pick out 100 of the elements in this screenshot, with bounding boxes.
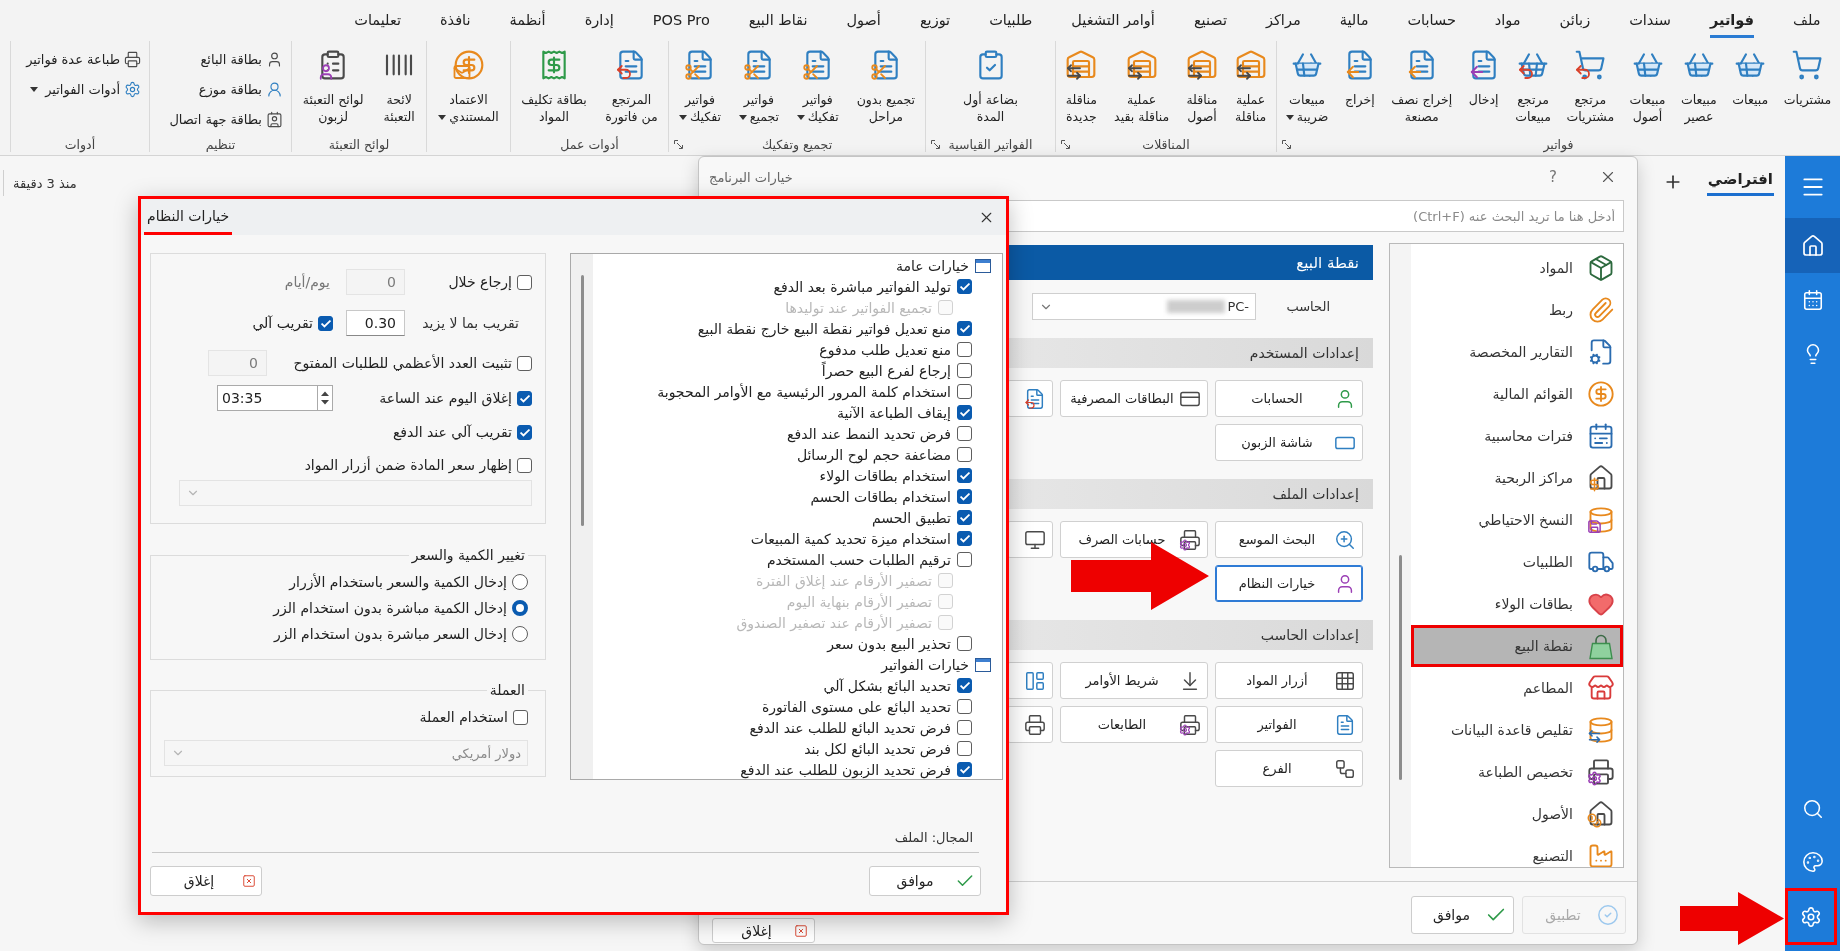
checkbox[interactable] xyxy=(957,762,972,777)
checkbox[interactable] xyxy=(957,489,972,504)
ribbon-tab[interactable]: نقاط البيع xyxy=(748,4,808,38)
nav-item[interactable]: ربط xyxy=(1411,289,1623,331)
ribbon-button[interactable]: عملية مناقلة بقيد xyxy=(1113,43,1171,125)
ribbon-button[interactable]: فواتير تجميع xyxy=(737,43,780,125)
nav-item[interactable]: فترات محاسبية xyxy=(1411,415,1623,457)
nav-item[interactable]: بطاقات الولاء xyxy=(1411,583,1623,625)
ribbon-button[interactable]: إخراج xyxy=(1342,43,1377,108)
time-field[interactable]: 03:35 xyxy=(217,385,317,411)
settings-button[interactable]: الفرع xyxy=(1215,750,1363,787)
ribbon-button[interactable]: مبيعات أصول xyxy=(1628,43,1667,125)
nav-item[interactable]: نقطة البيع xyxy=(1411,625,1623,667)
ribbon-button[interactable]: إدخال xyxy=(1466,43,1501,108)
ribbon-button[interactable]: لوائح التعبئة لزبون xyxy=(301,43,365,125)
launcher-icon[interactable] xyxy=(674,140,683,149)
radio-button[interactable] xyxy=(512,626,528,642)
checkbox[interactable] xyxy=(957,699,972,714)
workspace-tab[interactable]: افتراضي xyxy=(1706,164,1774,196)
ribbon-button[interactable]: لائحة التعبئة xyxy=(382,43,417,125)
ribbon-tab[interactable]: سندات xyxy=(1629,4,1671,38)
settings-button[interactable] xyxy=(1007,706,1053,743)
scrollbar-thumb[interactable] xyxy=(1399,555,1402,780)
ribbon-tab[interactable]: تعليمات xyxy=(354,4,401,38)
sidebar-button[interactable] xyxy=(1785,218,1840,273)
checkbox[interactable] xyxy=(957,741,972,756)
ribbon-tab[interactable]: توزيع xyxy=(919,4,951,38)
computer-dropdown[interactable]: -PC xyxy=(1032,293,1256,320)
radio-button[interactable] xyxy=(512,574,528,590)
checkbox[interactable] xyxy=(957,720,972,735)
help-button[interactable]: ? xyxy=(1549,168,1557,186)
settings-button[interactable]: البحث الموسع xyxy=(1215,521,1363,558)
checkbox[interactable] xyxy=(957,510,972,525)
checkbox[interactable] xyxy=(517,424,532,440)
nav-item[interactable]: المطاعم xyxy=(1411,667,1623,709)
settings-button[interactable]: شاشة الزبون xyxy=(1215,424,1363,461)
ribbon-button[interactable]: بضاعة أول المدة xyxy=(962,43,1019,125)
nav-item[interactable]: تقليص قاعدة البيانات xyxy=(1411,709,1623,751)
ribbon-tab[interactable]: أصول xyxy=(846,4,881,38)
ribbon-tab[interactable]: تصنيع xyxy=(1193,4,1227,38)
settings-button[interactable]: البطاقات المصرفية xyxy=(1060,380,1208,417)
settings-button[interactable]: أزرار المواد xyxy=(1215,662,1363,699)
ribbon-button[interactable]: بطاقة جهة اتصال xyxy=(169,108,283,130)
ribbon-button[interactable]: مرتجع مشتريات xyxy=(1565,43,1616,125)
ribbon-tab[interactable]: زبائن xyxy=(1559,4,1591,38)
launcher-icon[interactable] xyxy=(1282,140,1291,149)
close-button[interactable]: إغلاق xyxy=(150,866,262,896)
nav-item[interactable]: التصنيع xyxy=(1411,835,1623,867)
nav-item[interactable]: النسخ الاحتياطي xyxy=(1411,499,1623,541)
checkbox[interactable] xyxy=(513,709,528,725)
ribbon-button[interactable]: مناقلة أصول xyxy=(1184,43,1219,125)
ribbon-button[interactable]: مبيعات عصير xyxy=(1679,43,1718,125)
ok-button[interactable]: موافق xyxy=(869,866,981,896)
ribbon-tab[interactable]: نافذة xyxy=(439,4,471,38)
ribbon-button[interactable]: بطاقة تكليف المواد xyxy=(520,43,588,125)
checkbox[interactable] xyxy=(957,678,972,693)
checkbox[interactable] xyxy=(957,468,972,483)
ribbon-button[interactable]: مبيعات ضريبة xyxy=(1284,43,1330,125)
ribbon-tab[interactable]: مراكز xyxy=(1265,4,1301,38)
ribbon-tab[interactable]: فواتير xyxy=(1709,4,1754,38)
close-button[interactable]: إغلاق xyxy=(712,918,815,943)
checkbox[interactable] xyxy=(957,384,972,399)
ribbon-button[interactable]: الاعتماد المستندي xyxy=(437,43,500,125)
ribbon-tab[interactable]: أنظمة xyxy=(509,4,546,38)
checkbox[interactable] xyxy=(957,405,972,420)
checkbox[interactable] xyxy=(957,531,972,546)
checkbox[interactable] xyxy=(957,426,972,441)
ribbon-button[interactable]: عملية مناقلة xyxy=(1233,43,1268,125)
radio-button[interactable] xyxy=(512,600,528,616)
settings-button[interactable] xyxy=(1007,521,1053,558)
spin-arrows-icon[interactable] xyxy=(317,385,333,411)
nav-item[interactable]: الأصول xyxy=(1411,793,1623,835)
ribbon-button[interactable]: المرتجع من فاتورة xyxy=(604,43,659,125)
nav-item[interactable]: المواد xyxy=(1411,247,1623,289)
nav-item[interactable]: تخصيص الطباعة xyxy=(1411,751,1623,793)
settings-button[interactable]: الفواتير xyxy=(1215,706,1363,743)
checkbox[interactable] xyxy=(957,321,972,336)
ribbon-tab[interactable]: POS Pro xyxy=(652,4,710,38)
ribbon-button[interactable]: مشتريات xyxy=(1782,43,1833,108)
checkbox[interactable] xyxy=(957,363,972,378)
checkbox[interactable] xyxy=(957,342,972,357)
checkbox[interactable] xyxy=(517,390,532,406)
launcher-icon[interactable] xyxy=(931,140,940,149)
checkbox[interactable] xyxy=(957,636,972,651)
ribbon-button[interactable]: أدوات الفواتير xyxy=(30,78,141,100)
ribbon-button[interactable]: مبيعات xyxy=(1731,43,1770,108)
ribbon-button[interactable]: إخراج نصف مصنعة xyxy=(1390,43,1454,125)
checkbox[interactable] xyxy=(517,457,532,473)
checkbox[interactable] xyxy=(318,315,333,331)
settings-button[interactable]: شريط الأوامر xyxy=(1060,662,1208,699)
ok-button[interactable]: موافق xyxy=(1411,896,1514,934)
nav-item[interactable]: القوائم المالية xyxy=(1411,373,1623,415)
settings-button[interactable]: الحسابات xyxy=(1215,380,1363,417)
ribbon-button[interactable]: مناقلة جديدة xyxy=(1064,43,1099,125)
ribbon-tab[interactable]: مالية xyxy=(1339,4,1369,38)
settings-button[interactable] xyxy=(1007,662,1053,699)
ribbon-tab[interactable]: إدارة xyxy=(584,4,614,38)
nav-item[interactable]: مراكز الربحية xyxy=(1411,457,1623,499)
scrollbar-thumb[interactable] xyxy=(580,275,584,526)
checkbox[interactable] xyxy=(957,447,972,462)
